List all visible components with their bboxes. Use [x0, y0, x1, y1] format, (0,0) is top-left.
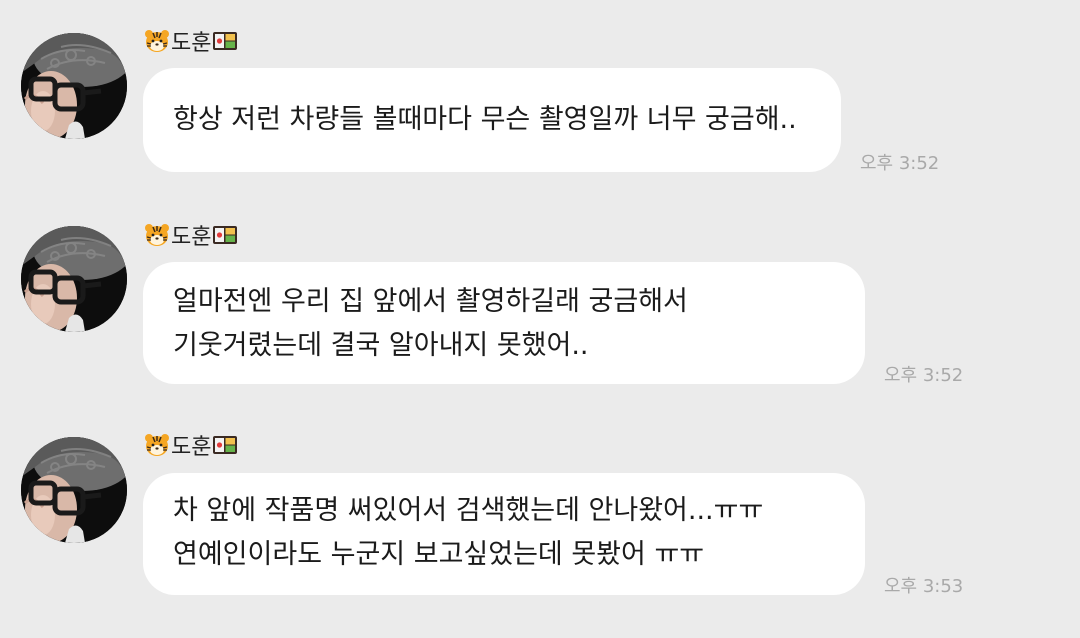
avatar-image [21, 437, 127, 543]
bento-box-icon [213, 436, 238, 454]
sender-label: 도훈 [144, 430, 238, 460]
message-bubble[interactable]: 항상 저런 차량들 볼때마다 무슨 촬영일까 너무 궁금해.. [143, 68, 841, 172]
chat-room: 도훈 항상 저런 차량들 볼때마다 무슨 촬영일까 너무 궁금해.. 오후 3:… [0, 0, 1080, 638]
message-time: 오후 3:52 [860, 153, 940, 174]
avatar[interactable] [21, 437, 127, 543]
message-time: 오후 3:52 [884, 365, 964, 386]
message-text-line: 연예인이라도 누군지 보고싶었는데 못봤어 ㅠㅠ [173, 539, 705, 570]
message-bubble[interactable]: 얼마전엔 우리 집 앞에서 촬영하길래 궁금해서 기웃거렸는데 결국 알아내지 … [143, 262, 865, 384]
sender-name[interactable]: 도훈 [171, 429, 211, 461]
avatar[interactable] [21, 226, 127, 332]
sender-name[interactable]: 도훈 [171, 25, 211, 57]
message-text-line: 얼마전엔 우리 집 앞에서 촬영하길래 궁금해서 [173, 286, 688, 317]
sender-label: 도훈 [144, 220, 238, 250]
sender-label: 도훈 [144, 26, 238, 56]
avatar-image [21, 226, 127, 332]
bento-box-icon [213, 32, 238, 50]
tiger-face-icon [145, 224, 169, 246]
tiger-face-icon [145, 434, 169, 456]
bento-box-icon [213, 226, 238, 244]
message-text-line: 차 앞에 작품명 써있어서 검색했는데 안나왔어...ㅠㅠ [173, 495, 764, 526]
message-text-line: 기웃거렸는데 결국 알아내지 못했어.. [173, 330, 589, 361]
sender-name[interactable]: 도훈 [171, 219, 211, 251]
avatar-image [21, 33, 127, 139]
avatar[interactable] [21, 33, 127, 139]
tiger-face-icon [145, 30, 169, 52]
message-time: 오후 3:53 [884, 576, 964, 597]
message-text-line: 항상 저런 차량들 볼때마다 무슨 촬영일까 너무 궁금해.. [173, 104, 797, 135]
message-bubble[interactable]: 차 앞에 작품명 써있어서 검색했는데 안나왔어...ㅠㅠ 연예인이라도 누군지… [143, 473, 865, 595]
